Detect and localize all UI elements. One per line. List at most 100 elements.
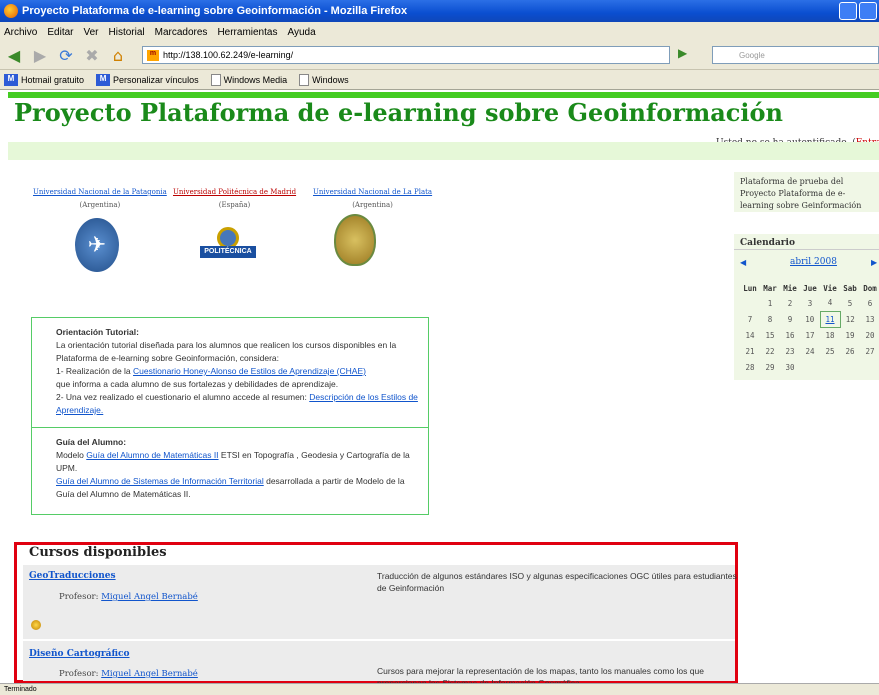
calendar-day: 21: [745, 346, 755, 356]
bookmark-label: Windows: [312, 74, 349, 85]
calendar-day: 19: [845, 330, 855, 340]
calendar-day: 22: [765, 346, 775, 356]
calendar-day: 6: [867, 298, 873, 308]
next-month-icon[interactable]: ▶: [871, 258, 877, 267]
guide-box: Guía del Alumno: Modelo Guía del Alumno …: [31, 428, 429, 515]
university-madrid: Universidad Politécnica de Madrid (Españ…: [173, 188, 296, 209]
page-content: Proyecto Plataforma de e-learning sobre …: [0, 90, 879, 683]
url-field[interactable]: m http://138.100.62.249/e-learning/: [142, 46, 670, 64]
calendar-week: 7 8 9 10 11 12 13: [740, 310, 879, 328]
orientation-box: Orientación Tutorial: La orientación tut…: [31, 317, 429, 428]
calendar-week: 1 2 3 4 5 6: [740, 295, 879, 311]
menu-ver[interactable]: Ver: [83, 27, 98, 38]
calendar-day: 10: [805, 314, 815, 324]
stop-icon[interactable]: ✖: [82, 46, 102, 66]
calendar-day: 1: [767, 298, 773, 308]
calendar-week: 14 15 16 17 18 19 20: [740, 327, 879, 343]
url-text: http://138.100.62.249/e-learning/: [163, 50, 294, 60]
item1-prefix: 1- Realización de la: [56, 366, 134, 376]
bookmark-windows-media[interactable]: Windows Media: [210, 73, 287, 86]
orientation-heading: Orientación Tutorial:: [56, 327, 139, 337]
window-titlebar: Proyecto Plataforma de e-learning sobre …: [0, 0, 879, 22]
home-icon[interactable]: ⌂: [108, 46, 128, 66]
calendar-day: 14: [745, 330, 755, 340]
calendar-day: 20: [865, 330, 875, 340]
chae-link[interactable]: Cuestionario Honey-Alonso de Estilos de …: [133, 366, 366, 376]
calendar-day: 29: [765, 362, 775, 372]
bookmark-personalizar[interactable]: M Personalizar vínculos: [96, 73, 199, 86]
calendar-day: 30: [785, 362, 795, 372]
calendar-month[interactable]: abril 2008: [790, 257, 837, 267]
menu-editar[interactable]: Editar: [47, 27, 73, 38]
sit-guide-link[interactable]: Guía del Alumno de Sistemas de Informaci…: [56, 476, 264, 486]
teacher-link[interactable]: Miguel Angel Bernabé: [101, 669, 198, 679]
site-description: Plataforma de prueba del Proyecto Plataf…: [734, 172, 879, 212]
menu-herramientas[interactable]: Herramientas: [217, 27, 277, 38]
calendar-today[interactable]: 11: [819, 310, 841, 328]
menu-historial[interactable]: Historial: [109, 27, 145, 38]
calendar-day: [800, 359, 820, 375]
prev-month-icon[interactable]: ◀: [740, 258, 746, 267]
calendar-day: 27: [865, 346, 875, 356]
calendar-title: Calendario: [734, 236, 879, 250]
teacher-label: Profesor:: [59, 669, 102, 679]
course-row: GeoTraducciones Profesor: Miguel Angel B…: [23, 565, 737, 639]
bookmarks-toolbar: M Hotmail gratuito M Personalizar vínculos…: [0, 70, 879, 90]
page-title: Proyecto Plataforma de e-learning sobre …: [14, 98, 783, 127]
search-input[interactable]: Google: [712, 46, 879, 64]
calendar-day-header: Lun: [743, 284, 757, 293]
course-link-geotraducciones[interactable]: GeoTraducciones: [29, 571, 116, 581]
la-plata-logo[interactable]: [334, 214, 376, 266]
go-arrow-icon[interactable]: ▶: [678, 46, 708, 64]
calendar-day: 16: [785, 330, 795, 340]
course-row: Diseño Cartográfico Profesor: Miguel Ang…: [23, 641, 735, 683]
teacher-link[interactable]: Miguel Angel Bernabé: [101, 592, 198, 602]
university-la-plata: Universidad Nacional de La Plata (Argent…: [313, 188, 432, 209]
calendar-day: 5: [847, 298, 853, 308]
calendar-day: 4: [827, 298, 833, 308]
orientation-intro: La orientación tutorial diseñada para lo…: [56, 340, 397, 363]
reload-icon[interactable]: ⟳: [56, 46, 76, 66]
page-icon: [210, 73, 221, 86]
bookmark-hotmail[interactable]: M Hotmail gratuito: [4, 73, 84, 86]
calendar-day: 23: [785, 346, 795, 356]
calendar-day: 18: [825, 330, 835, 340]
item1-suffix: que informa a cada alumno de sus fortale…: [56, 379, 339, 389]
university-patagonia: Universidad Nacional de la Patagonia (Ar…: [33, 188, 167, 209]
bookmark-label: Personalizar vínculos: [113, 74, 199, 85]
calendar-grid: Lun Mar Mie Jue Vie Sab Dom 1 2 3 4 5 6 7 8 9 10 11 12 13 1…: [740, 282, 879, 375]
window-title: Proyecto Plataforma de e-learning sobre …: [22, 5, 408, 17]
university-country: (Argentina): [352, 201, 393, 209]
item2-prefix: 2- Una vez realizado el cuestionario el …: [56, 392, 310, 402]
calendar-day: 15: [765, 330, 775, 340]
maximize-button[interactable]: [859, 2, 877, 20]
calendar-day: 28: [745, 362, 755, 372]
menu-marcadores[interactable]: Marcadores: [155, 27, 208, 38]
university-link[interactable]: Universidad Nacional de La Plata: [313, 188, 432, 196]
calendar-day: 25: [825, 346, 835, 356]
math-guide-link[interactable]: Guía del Alumno de Matemáticas II: [86, 450, 218, 460]
menu-archivo[interactable]: Archivo: [4, 27, 37, 38]
calendar-day: 12: [845, 314, 855, 324]
forward-arrow-icon[interactable]: ▶: [30, 46, 50, 66]
guide-prefix: Modelo: [56, 450, 87, 460]
calendar-day: 7: [747, 314, 753, 324]
msn-icon: M: [96, 73, 111, 86]
minimize-button[interactable]: [839, 2, 857, 20]
university-link[interactable]: Universidad Nacional de la Patagonia: [33, 188, 167, 196]
course-teacher: Profesor: Miguel Angel Bernabé: [59, 669, 198, 679]
course-link-diseno-cartografico[interactable]: Diseño Cartográfico: [29, 649, 130, 659]
patagonia-logo[interactable]: ✈: [75, 218, 119, 272]
calendar-day: 24: [805, 346, 815, 356]
upm-logo-text: POLITÉCNICA: [200, 246, 256, 258]
university-country: (España): [218, 201, 251, 209]
calendar-day: 17: [805, 330, 815, 340]
calendar-day: [740, 295, 760, 311]
calendar-day-header: Sab: [843, 284, 857, 293]
bookmark-windows[interactable]: Windows: [299, 73, 349, 86]
university-link[interactable]: Universidad Politécnica de Madrid: [173, 188, 296, 196]
calendar-day-header: Mar: [763, 284, 777, 293]
calendar-week: 28 29 30: [740, 359, 879, 375]
menu-ayuda[interactable]: Ayuda: [287, 27, 315, 38]
back-arrow-icon[interactable]: ◀: [4, 46, 24, 66]
